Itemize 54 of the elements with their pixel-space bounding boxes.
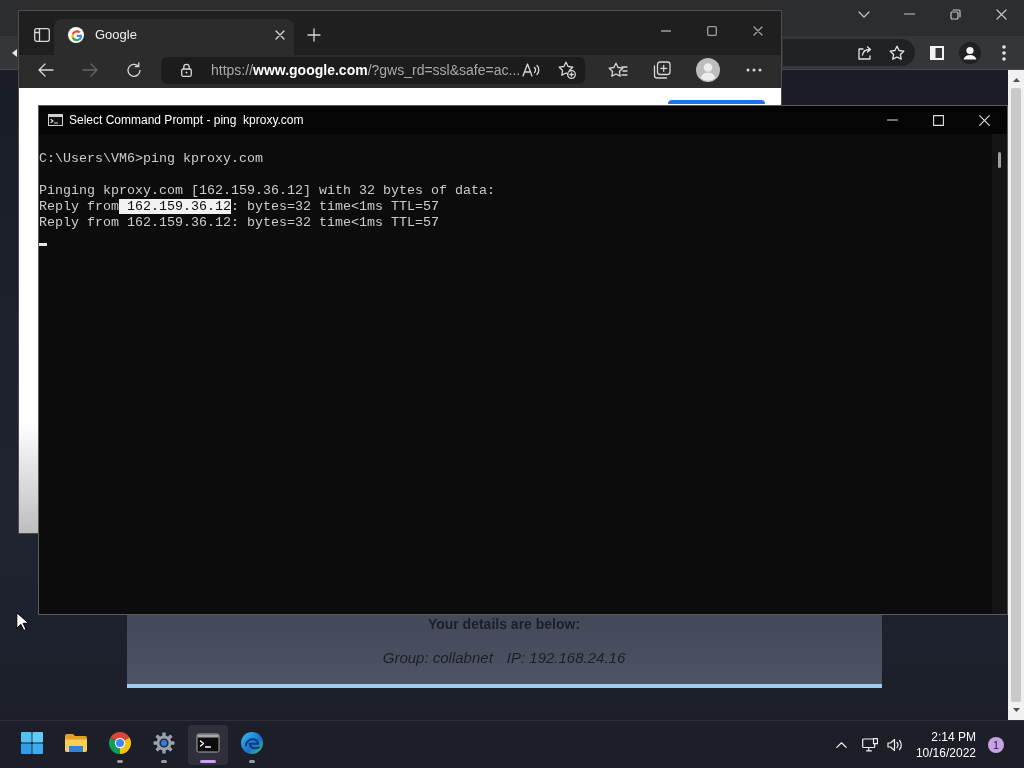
side-panel-icon[interactable]: [930, 45, 944, 60]
clock-date[interactable]: 10/16/2022: [915, 744, 976, 761]
close-icon[interactable]: [995, 8, 1007, 20]
collections-icon[interactable]: [653, 61, 671, 79]
favicon-icon: [68, 26, 84, 43]
gear-icon: [152, 730, 176, 755]
console-line: Reply from 162.159.36.12: bytes=32 time<1ms TTL=57: [39, 199, 439, 215]
plus-icon[interactable]: [307, 28, 321, 42]
chevron-down-icon[interactable]: [858, 10, 870, 18]
swirl-icon: [240, 730, 264, 755]
group-label: Group: collabnet: [382, 649, 493, 667]
read-aloud-icon[interactable]: [522, 63, 540, 77]
terminal-icon: [196, 730, 220, 755]
console-icon: [48, 114, 63, 126]
restore-icon[interactable]: [949, 8, 961, 20]
scrollbar-thumb[interactable]: [1011, 88, 1021, 702]
more-icon[interactable]: [746, 68, 762, 72]
console-line: C:\Users\VM6>ping kproxy.com: [39, 151, 263, 167]
panel-icon[interactable]: [34, 28, 50, 42]
start-icon: [20, 730, 44, 755]
browser-icon: [108, 730, 132, 755]
volume-icon[interactable]: [887, 737, 903, 752]
lock-icon: [181, 63, 192, 77]
maximize-icon[interactable]: [707, 26, 717, 36]
console-line: Pinging kproxy.com [162.159.36.12] with 32 bytes of data:: [39, 183, 495, 199]
arrow-left-icon[interactable]: [38, 63, 54, 77]
arrow-up-icon[interactable]: [1012, 78, 1020, 82]
share-icon[interactable]: [857, 44, 873, 61]
scrollbar[interactable]: [1008, 70, 1024, 720]
star-plus-icon[interactable]: [558, 61, 576, 79]
taskbar-button[interactable]: [188, 724, 228, 765]
favorites-icon[interactable]: [608, 62, 628, 78]
address-bar[interactable]: https://www.google.com/?gws_rd=ssl&safe=ac...: [161, 56, 585, 84]
scrollbar[interactable]: [992, 134, 1007, 614]
arrow-down-icon[interactable]: [1012, 708, 1020, 712]
more-vertical-icon[interactable]: [1002, 44, 1006, 61]
browser-tab[interactable]: Google: [54, 19, 294, 55]
avatar-icon[interactable]: [696, 58, 720, 82]
refresh-icon[interactable]: [126, 62, 142, 78]
notification-badge[interactable]: 1: [988, 736, 1004, 753]
address-bar[interactable]: [783, 39, 915, 66]
clock-time[interactable]: 2:14 PM: [931, 728, 976, 745]
profile-icon[interactable]: [959, 41, 981, 64]
scrollbar-thumb[interactable]: [998, 152, 1001, 168]
minimize-icon[interactable]: [903, 13, 915, 15]
network-icon[interactable]: [862, 737, 878, 752]
star-icon[interactable]: [889, 44, 905, 61]
arrow-tip-icon[interactable]: [12, 48, 17, 57]
window-title: Select Command Prompt - ping kproxy.com: [69, 113, 304, 127]
mouse-pointer-icon: [16, 612, 28, 631]
chevron-up-icon[interactable]: [836, 741, 847, 748]
close-icon[interactable]: [753, 26, 763, 36]
close-icon[interactable]: [275, 29, 285, 40]
console-line: Reply from 162.159.36.12: bytes=32 time<1ms TTL=57: [39, 215, 439, 231]
